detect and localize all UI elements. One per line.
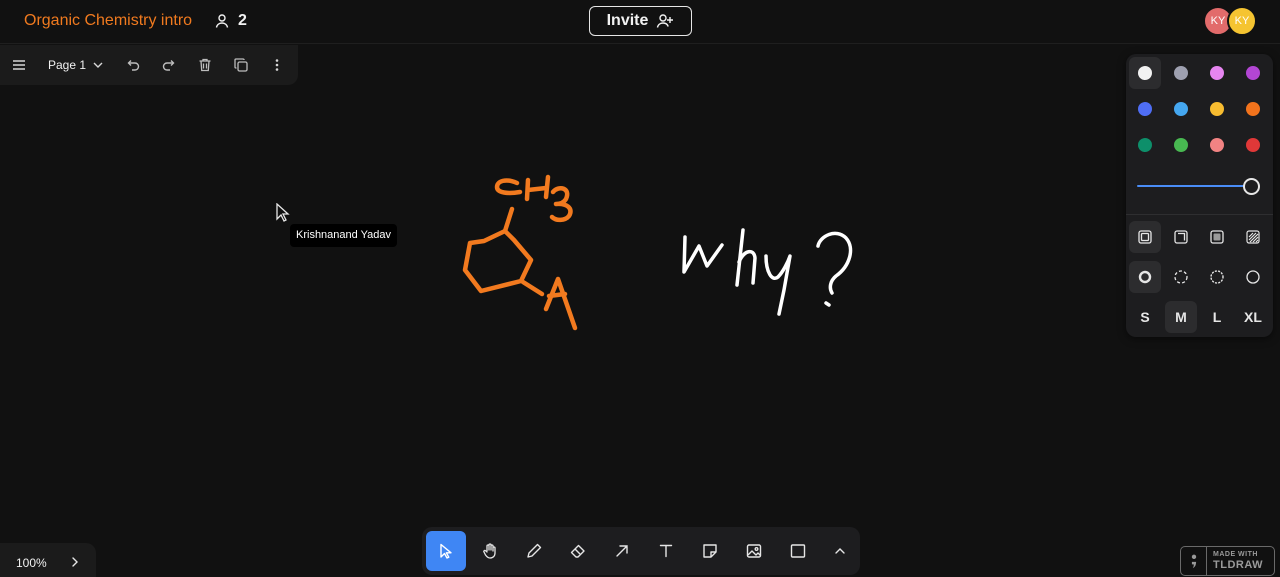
- fill-pattern-icon[interactable]: [1237, 221, 1269, 253]
- size-option-xl[interactable]: XL: [1237, 301, 1269, 333]
- zoom-menu[interactable]: 100%: [0, 543, 96, 577]
- text-icon: [659, 544, 673, 558]
- text-tool[interactable]: [646, 531, 686, 571]
- note-tool[interactable]: [690, 531, 730, 571]
- sticky-note-icon: [703, 544, 717, 558]
- fill-none-icon[interactable]: [1129, 221, 1161, 253]
- dash-dotted-icon[interactable]: [1201, 261, 1233, 293]
- size-option-m[interactable]: M: [1165, 301, 1197, 333]
- fill-semi-icon[interactable]: [1165, 221, 1197, 253]
- drawing-ch3: [494, 174, 573, 223]
- draw-tool[interactable]: [514, 531, 554, 571]
- size-option-s[interactable]: S: [1129, 301, 1161, 333]
- select-tool[interactable]: [426, 531, 466, 571]
- pencil-icon: [527, 543, 542, 558]
- image-icon: [746, 544, 762, 558]
- style-panel: S M L XL: [1126, 54, 1273, 337]
- drawing-why: [682, 228, 853, 316]
- color-swatch-light-violet[interactable]: [1210, 66, 1224, 80]
- color-swatch-light-red[interactable]: [1210, 138, 1224, 152]
- zoom-level[interactable]: 100%: [16, 556, 47, 570]
- collaborator-cursor-icon: [276, 203, 290, 222]
- watermark-line-1: MADE WITH: [1213, 551, 1258, 558]
- rectangle-tool[interactable]: [778, 531, 818, 571]
- fill-solid-icon[interactable]: [1201, 221, 1233, 253]
- color-swatch-orange[interactable]: [1246, 102, 1260, 116]
- canvas-drawing[interactable]: [0, 0, 1280, 577]
- opacity-slider-track[interactable]: [1137, 185, 1251, 187]
- color-swatch-light-green[interactable]: [1174, 138, 1188, 152]
- arrow-icon: [616, 545, 628, 557]
- arrow-tool[interactable]: [602, 531, 642, 571]
- cursor-arrow-icon: [440, 543, 452, 559]
- color-swatch-yellow[interactable]: [1210, 102, 1224, 116]
- drawing-ring: [462, 206, 578, 331]
- rectangle-icon: [790, 544, 806, 558]
- cursor-label: Krishnanand Yadav: [290, 224, 397, 247]
- dash-solid-icon[interactable]: [1237, 261, 1269, 293]
- hand-tool[interactable]: [470, 531, 510, 571]
- color-swatch-blue[interactable]: [1138, 102, 1152, 116]
- eraser-tool[interactable]: [558, 531, 598, 571]
- color-swatch-violet[interactable]: [1246, 66, 1260, 80]
- tldraw-logo-icon: [1181, 547, 1207, 575]
- more-tools-button[interactable]: [820, 531, 860, 571]
- hand-icon: [483, 543, 496, 559]
- panel-divider: [1126, 214, 1273, 215]
- color-swatch-red[interactable]: [1246, 138, 1260, 152]
- media-tool[interactable]: [734, 531, 774, 571]
- dash-dashed-icon[interactable]: [1165, 261, 1197, 293]
- main-toolbar: [422, 527, 860, 575]
- color-swatch-white[interactable]: [1138, 66, 1152, 80]
- chevron-right-icon[interactable]: [68, 555, 82, 569]
- eraser-icon: [570, 544, 585, 558]
- watermark-text: MADE WITH TLDRAW: [1207, 551, 1263, 571]
- opacity-slider-thumb[interactable]: [1243, 178, 1260, 195]
- color-swatch-light-blue[interactable]: [1174, 102, 1188, 116]
- made-with-tldraw-badge[interactable]: MADE WITH TLDRAW: [1180, 546, 1275, 576]
- watermark-line-2: TLDRAW: [1213, 559, 1264, 571]
- chevron-up-icon: [835, 548, 845, 554]
- size-option-l[interactable]: L: [1201, 301, 1233, 333]
- dash-draw-icon[interactable]: [1129, 261, 1161, 293]
- color-swatch-green[interactable]: [1138, 138, 1152, 152]
- color-swatch-grey[interactable]: [1174, 66, 1188, 80]
